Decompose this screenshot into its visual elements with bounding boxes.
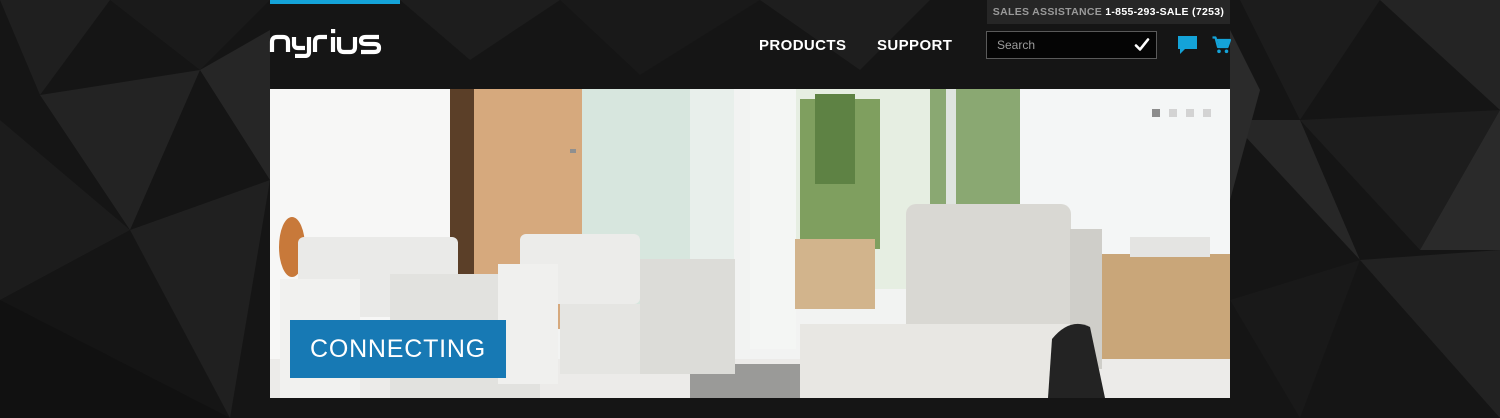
checkmark-icon[interactable] <box>1133 36 1151 54</box>
sales-assistance: SALES ASSISTANCE 1-855-293-SALE (7253) <box>987 0 1230 24</box>
shopping-cart-icon[interactable] <box>1212 36 1232 54</box>
slider-pagination <box>1152 109 1212 119</box>
sales-assistance-label: SALES ASSISTANCE <box>992 6 1103 18</box>
slider-dot[interactable] <box>1152 109 1160 117</box>
search-input[interactable] <box>987 32 1127 58</box>
nav-products-link[interactable]: PRODUCTS <box>759 37 846 54</box>
accent-bar <box>270 0 400 4</box>
slider-dot[interactable] <box>1186 109 1194 117</box>
search-box <box>986 31 1157 59</box>
chat-bubble-icon[interactable] <box>1177 35 1198 55</box>
nyrius-logo[interactable] <box>269 28 401 59</box>
nav-support-link[interactable]: SUPPORT <box>877 37 952 54</box>
slider-dot[interactable] <box>1169 109 1177 117</box>
slider-dot[interactable] <box>1203 109 1211 117</box>
sales-phone-number[interactable]: 1-855-293-SALE (7253) <box>1105 6 1224 18</box>
hero-slider[interactable]: CONNECTING <box>270 89 1230 398</box>
hero-caption[interactable]: CONNECTING <box>290 320 506 378</box>
